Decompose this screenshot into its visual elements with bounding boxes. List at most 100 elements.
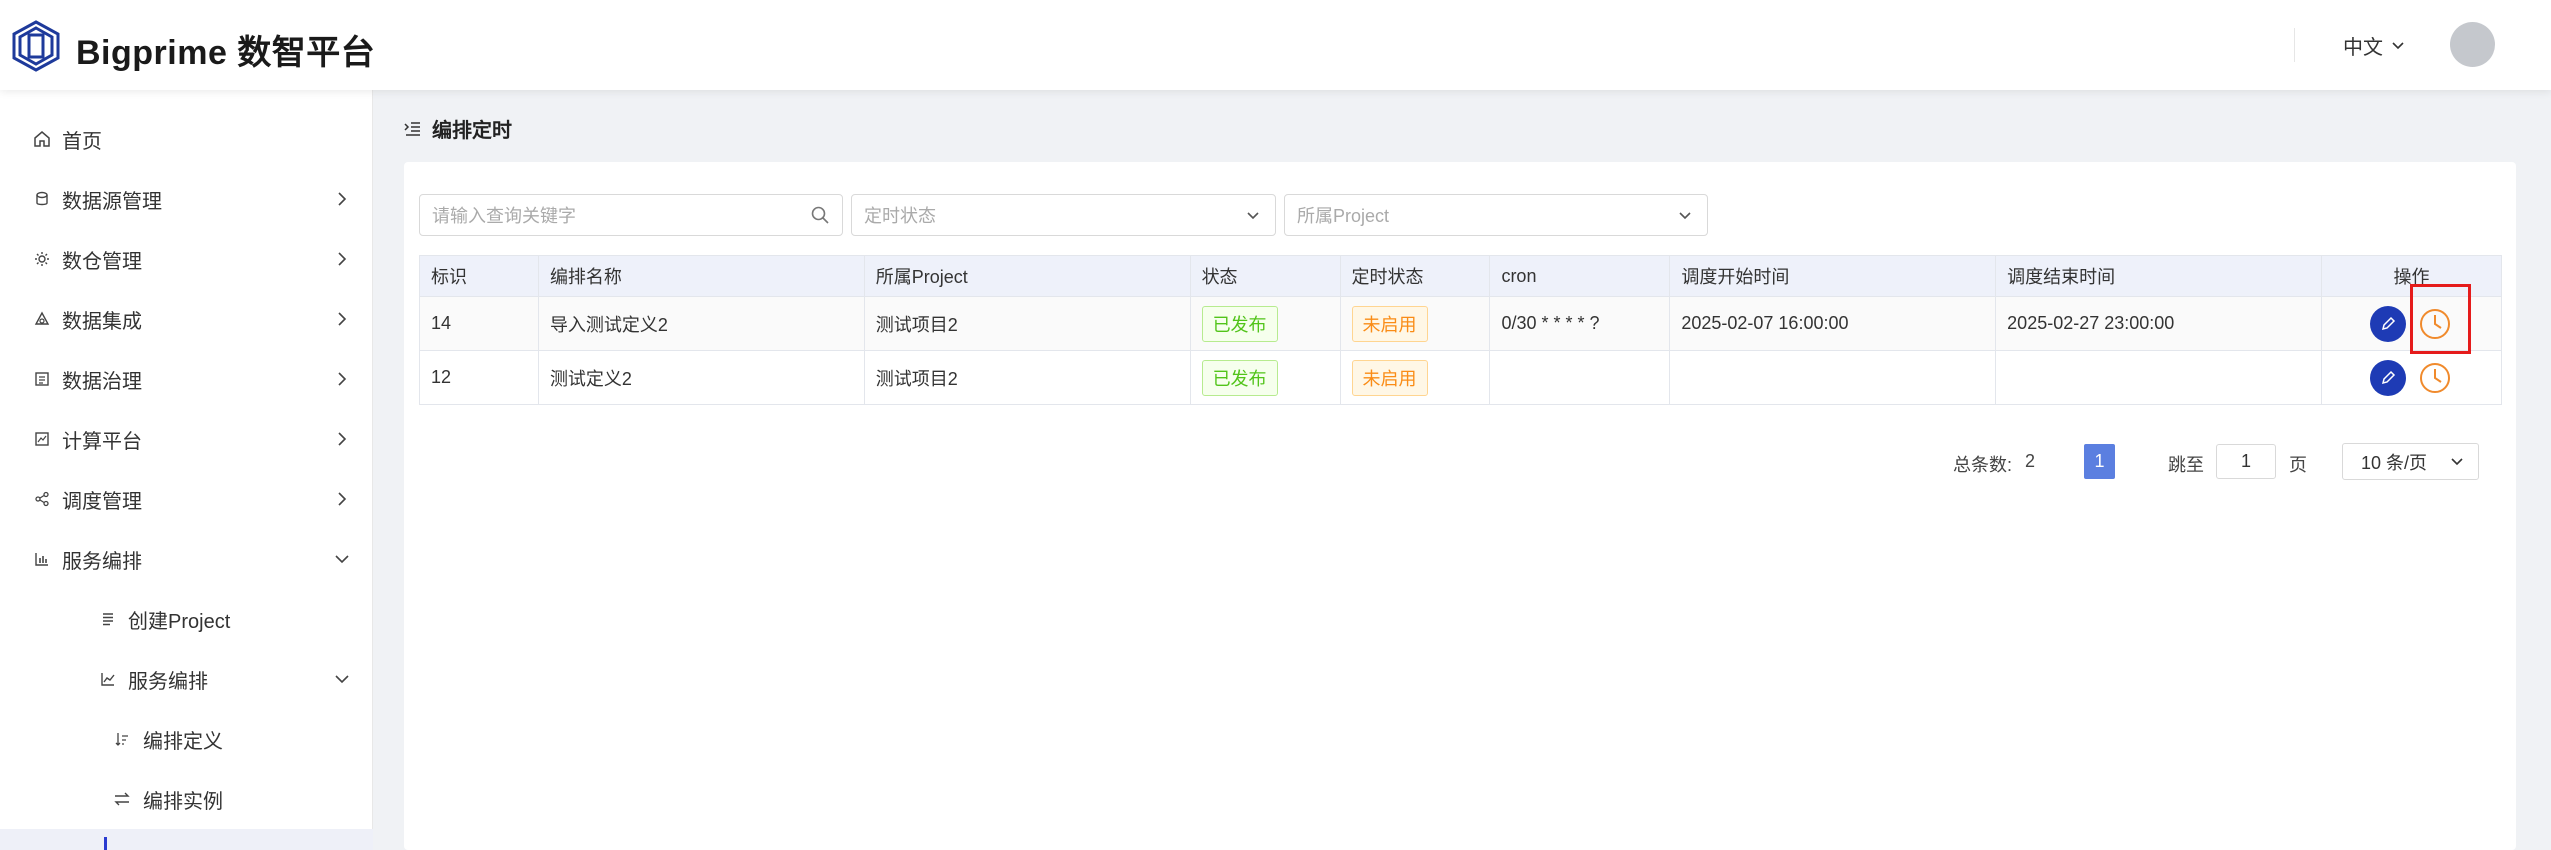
- sidebar-item-label: 服务编排: [62, 550, 142, 573]
- sidebar-item-compute[interactable]: 计算平台: [0, 409, 373, 469]
- cell-name: 测试定义2: [537, 350, 865, 405]
- page-title-text: 编排定时: [432, 120, 512, 142]
- status-badge: 已发布: [1201, 359, 1278, 396]
- cell-start-time: 2025-02-07 16:00:00: [1669, 296, 1997, 351]
- active-indicator: [104, 837, 107, 850]
- sidebar-item-service-orchestration[interactable]: 服务编排: [0, 529, 373, 589]
- line-chart-icon: [96, 667, 120, 691]
- column-header: 定时状态: [1339, 255, 1491, 297]
- sidebar-item-integration[interactable]: 数据集成: [0, 289, 373, 349]
- cell-timer-status: 未启用: [1339, 350, 1491, 405]
- cell-name: 导入测试定义2: [537, 296, 865, 351]
- cell-status: 已发布: [1189, 296, 1341, 351]
- timer-status-placeholder: 定时状态: [864, 206, 936, 226]
- chevron-down-icon: [2392, 41, 2404, 49]
- column-header: 调度开始时间: [1669, 255, 1997, 297]
- sidebar-item-orchestration-instance[interactable]: 编排实例: [0, 769, 373, 829]
- sidebar-item-label: 数仓管理: [62, 250, 142, 273]
- cell-id: 14: [419, 296, 539, 351]
- sidebar-item-create-project[interactable]: 创建Project: [0, 589, 373, 649]
- chevron-down-icon: [335, 675, 349, 684]
- timer-button[interactable]: [2416, 359, 2454, 397]
- brand-title: Bigprime 数智平台: [76, 34, 376, 72]
- page-suffix-label: 页: [2289, 455, 2307, 475]
- chevron-right-icon: [338, 312, 347, 326]
- highlight-box: [2410, 284, 2471, 354]
- search-input[interactable]: 请输入查询关键字: [419, 194, 843, 236]
- indent-icon: [404, 121, 420, 136]
- chevron-right-icon: [338, 492, 347, 506]
- cell-status: 已发布: [1189, 350, 1341, 405]
- chevron-right-icon: [338, 372, 347, 386]
- table-header-row: 标识 编排名称 所属Project 状态 定时状态 cron 调度开始时间 调度…: [419, 255, 2502, 297]
- share-icon: [30, 487, 54, 511]
- column-header: 编排名称: [537, 255, 865, 297]
- cell-cron: [1489, 350, 1671, 405]
- cell-timer-status: 未启用: [1339, 296, 1491, 351]
- sidebar-item-label: 调度管理: [62, 490, 142, 513]
- sidebar-nav: 首页 数据源管理 数仓管理 数据集成 数据治理 计算平台 调度管理 服务编排 创…: [0, 90, 373, 850]
- clock-icon: [2419, 362, 2450, 393]
- chevron-right-icon: [338, 252, 347, 266]
- pencil-icon: [2381, 370, 2395, 384]
- cell-end-time: 2025-02-27 23:00:00: [1995, 296, 2322, 351]
- sidebar-item-orchestration-timer[interactable]: [0, 829, 373, 850]
- sidebar-item-service-orchestration-sub[interactable]: 服务编排: [0, 649, 373, 709]
- table-row: 14 导入测试定义2 测试项目2 已发布 未启用 0/30 * * * * ? …: [419, 296, 2502, 351]
- sidebar-item-scheduling[interactable]: 调度管理: [0, 469, 373, 529]
- list-icon: [96, 607, 120, 631]
- sidebar-item-governance[interactable]: 数据治理: [0, 349, 373, 409]
- project-select[interactable]: 所属Project: [1284, 194, 1708, 236]
- chevron-down-icon: [1247, 212, 1259, 220]
- chevron-down-icon: [1679, 212, 1691, 220]
- language-label: 中文: [2343, 37, 2383, 59]
- cell-cron: 0/30 * * * * ?: [1489, 296, 1671, 351]
- column-header: 调度结束时间: [1995, 255, 2322, 297]
- sidebar-item-label: 首页: [62, 130, 102, 153]
- column-header: 标识: [419, 255, 539, 297]
- jump-page-input[interactable]: 1: [2216, 444, 2276, 479]
- home-icon: [30, 127, 54, 151]
- sidebar-item-label: 编排实例: [143, 790, 223, 813]
- table-row: 12 测试定义2 测试项目2 已发布 未启用: [419, 350, 2502, 405]
- status-badge: 已发布: [1201, 305, 1278, 342]
- swap-icon: [110, 787, 134, 811]
- edit-button[interactable]: [2369, 359, 2406, 396]
- database-icon: [30, 187, 54, 211]
- language-selector[interactable]: 中文: [2343, 31, 2405, 60]
- sidebar-item-orchestration-definition[interactable]: 编排定义: [0, 709, 373, 769]
- chevron-right-icon: [338, 192, 347, 206]
- page-size-value: 10 条/页: [2361, 452, 2428, 473]
- jump-label: 跳至: [2168, 455, 2204, 475]
- edit-button[interactable]: [2369, 305, 2406, 342]
- sidebar-item-datasource[interactable]: 数据源管理: [0, 169, 373, 229]
- user-avatar[interactable]: [2450, 22, 2495, 67]
- sidebar-item-home[interactable]: 首页: [0, 109, 373, 169]
- sidebar-item-warehouse[interactable]: 数仓管理: [0, 229, 373, 289]
- page-button-current[interactable]: 1: [2084, 444, 2115, 479]
- cell-start-time: [1669, 350, 1997, 405]
- cell-end-time: [1995, 350, 2322, 405]
- integration-icon: [30, 307, 54, 331]
- sidebar-item-label: 服务编排: [128, 670, 208, 693]
- sidebar-item-label: 编排定义: [143, 730, 223, 753]
- compute-icon: [30, 427, 54, 451]
- timer-status-select[interactable]: 定时状态: [851, 194, 1276, 236]
- cell-actions: [2321, 350, 2502, 405]
- sidebar-item-label: 数据源管理: [62, 190, 162, 213]
- sidebar-item-label: 计算平台: [62, 430, 142, 453]
- search-icon[interactable]: [810, 205, 830, 225]
- timer-table: 标识 编排名称 所属Project 状态 定时状态 cron 调度开始时间 调度…: [419, 255, 2502, 405]
- column-header: cron: [1489, 255, 1671, 297]
- pencil-icon: [2381, 316, 2395, 330]
- bar-chart-icon: [30, 547, 54, 571]
- chevron-down-icon: [2451, 458, 2463, 466]
- total-label: 总条数:: [1953, 455, 2013, 475]
- governance-icon: [30, 367, 54, 391]
- sidebar-item-label: 数据集成: [62, 310, 142, 333]
- column-header: 状态: [1189, 255, 1341, 297]
- page-size-select[interactable]: 10 条/页: [2342, 443, 2479, 480]
- total-count: 2: [2025, 451, 2036, 471]
- timer-status-badge: 未启用: [1351, 305, 1428, 342]
- warehouse-icon: [30, 247, 54, 271]
